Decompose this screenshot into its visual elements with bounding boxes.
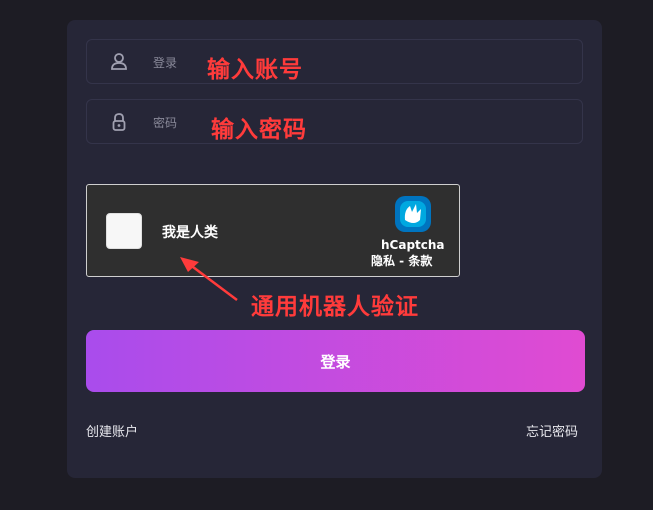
hcaptcha-logo-icon xyxy=(392,193,434,235)
create-account-link[interactable]: 创建账户 xyxy=(86,421,138,440)
captcha-checkbox[interactable] xyxy=(106,213,142,249)
password-placeholder: 密码 xyxy=(153,116,178,130)
user-icon xyxy=(109,52,129,72)
forgot-password-link[interactable]: 忘记密码 xyxy=(526,421,578,440)
username-placeholder: 登录 xyxy=(153,56,178,70)
captcha-label: 我是人类 xyxy=(162,225,218,241)
hcaptcha-widget: 我是人类 hCaptcha 隐私 - 条款 xyxy=(86,184,460,277)
username-field[interactable]: 登录 输入账号 xyxy=(86,39,583,84)
password-annotation: 输入密码 xyxy=(211,117,307,143)
captcha-annotation: 通用机器人验证 xyxy=(251,294,419,320)
hcaptcha-brand: hCaptcha xyxy=(381,238,445,252)
password-field[interactable]: 密码 输入密码 xyxy=(86,99,583,144)
captcha-privacy-terms-link[interactable]: 隐私 - 条款 xyxy=(371,252,432,269)
annotation-arrow-icon xyxy=(180,257,238,301)
login-button[interactable]: 登录 xyxy=(86,330,585,392)
username-annotation: 输入账号 xyxy=(207,57,303,83)
lock-icon xyxy=(109,112,129,132)
